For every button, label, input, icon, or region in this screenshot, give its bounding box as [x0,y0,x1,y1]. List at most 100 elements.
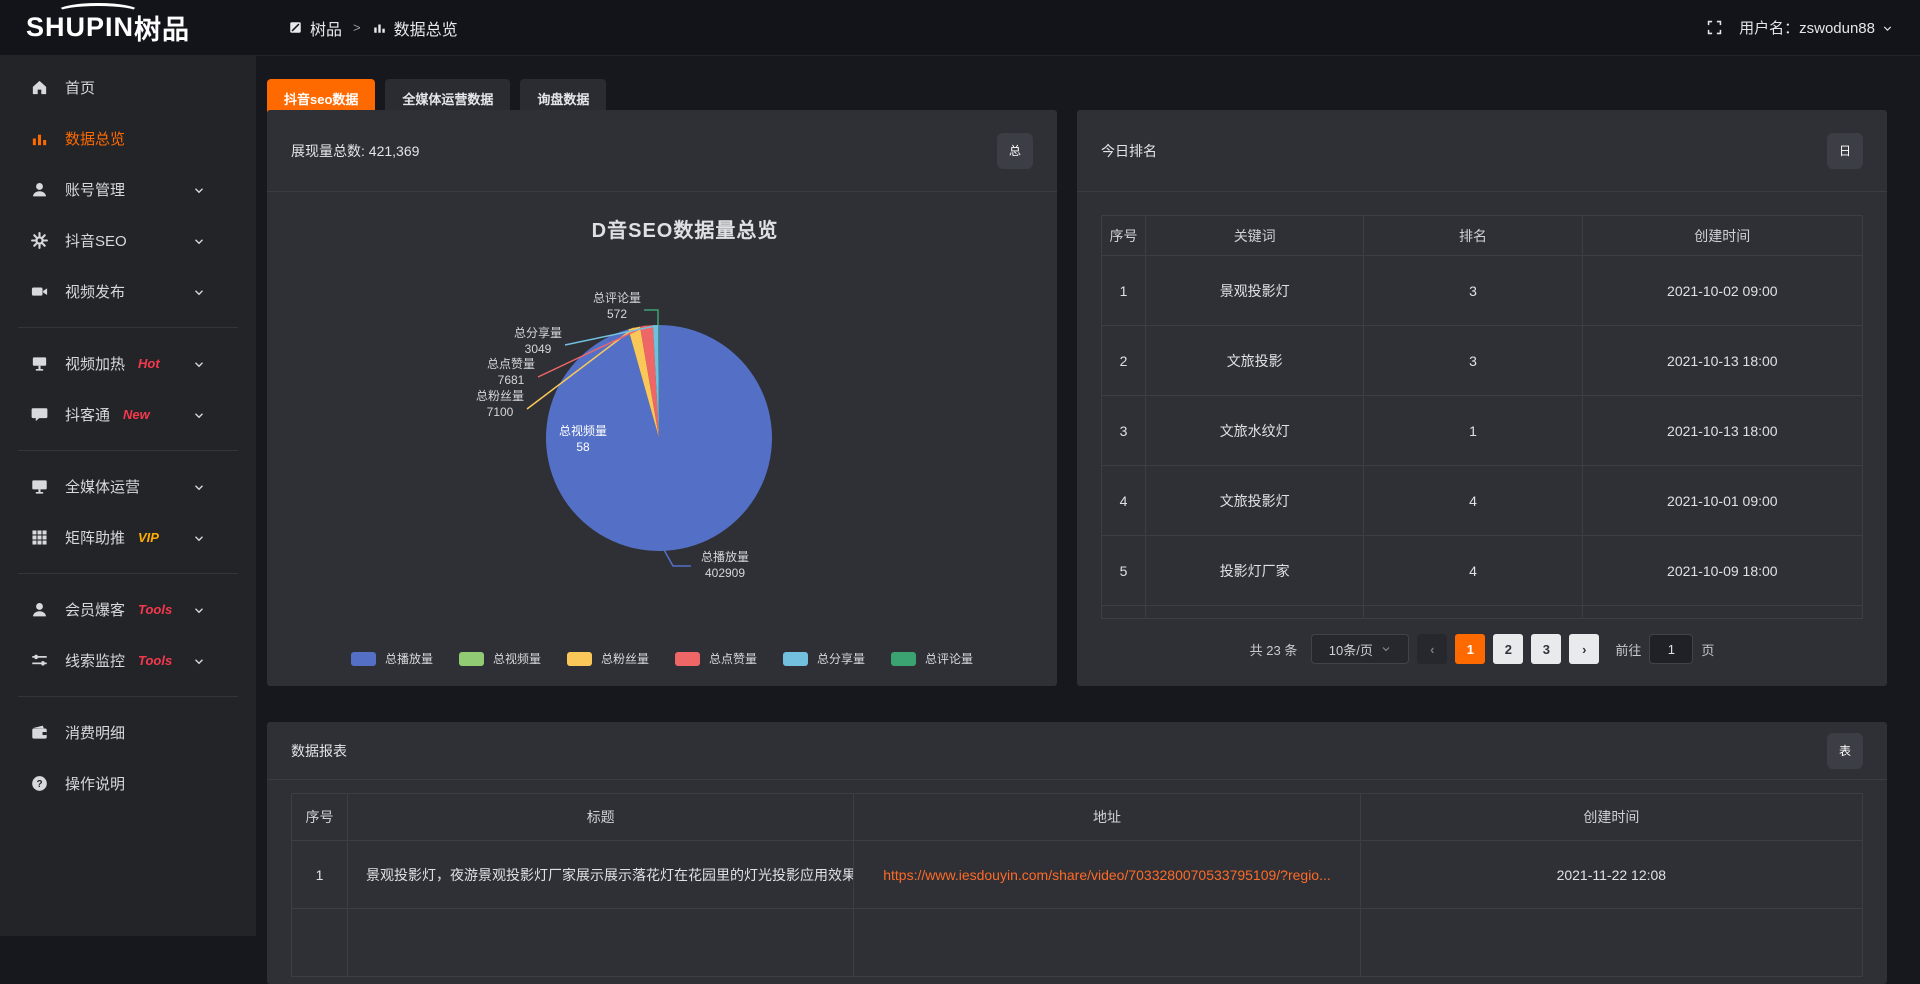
sidebar-badge: Tools [138,602,172,617]
sidebar-item-consume[interactable]: 消费明细 [0,707,256,758]
sidebar-divider [18,696,238,697]
cell-text: 文旅投影 [1227,353,1283,369]
legend-item[interactable]: 总播放量 [351,650,433,667]
sidebar-item-home[interactable]: 首页 [0,62,256,113]
table-cell: 5 [1102,536,1146,606]
sidebar-item-overview[interactable]: 数据总览 [0,113,256,164]
legend-label: 总点赞量 [709,650,757,667]
legend-swatch [675,652,700,666]
rank-panel-header: 今日排名 日 [1077,110,1887,192]
cell-text: 3 [1469,283,1477,299]
pie-chart[interactable] [267,192,1057,685]
legend-item[interactable]: 总视频量 [459,650,541,667]
goto-page-input[interactable]: 1 [1649,634,1693,664]
cell-text: 3 [1469,353,1477,369]
pie-label: 总视频量58 [559,424,607,455]
cell-text: 4 [1469,563,1477,579]
report-table: 序号标题地址创建时间1景观投影灯，夜游景观投影灯厂家展示展示落花灯在花园里的灯光… [291,793,1863,977]
legend-item[interactable]: 总分享量 [783,650,865,667]
wallet-icon [30,723,49,742]
next-page-button[interactable]: › [1569,634,1599,664]
legend-swatch [891,652,916,666]
table-cell: 2021-10-13 18:00 [1582,326,1862,396]
bar-chart-icon [372,20,387,35]
user-menu[interactable]: 用户名：zswodun88 [1739,17,1894,38]
cell-text: 1 [1120,283,1128,299]
sidebar-item-member[interactable]: 会员爆客 Tools [0,584,256,635]
page-size-select[interactable]: 10条/页 [1311,634,1409,664]
chart-panel-header: 展现量总数: 421,369 总 [267,110,1057,192]
pie-label-name: 总分享量 [514,326,562,342]
table-cell: 2 [1102,326,1146,396]
app-logo[interactable]: SHUPIN树品 [0,0,256,56]
pie-label: 总播放量402909 [701,550,749,581]
pie-label: 总评论量572 [593,291,641,322]
sidebar-divider [18,450,238,451]
sidebar-item-heat[interactable]: 视频加热Hot [0,338,256,389]
chevron-down-icon [192,408,206,422]
table-row-partial [292,909,1863,977]
sidebar-item-matrix[interactable]: 矩阵助推VIP [0,512,256,563]
sidebar-badge: Tools [138,653,172,668]
breadcrumb: 树品 > 数据总览 [288,16,458,40]
sidebar-item-label: 视频加热 [65,353,125,374]
table-cell: 文旅水纹灯 [1146,396,1364,466]
table-cell [1102,606,1146,619]
user2-icon [30,600,49,619]
sidebar-item-label: 数据总览 [65,128,125,149]
table-cell: 文旅投影 [1146,326,1364,396]
page-button-3[interactable]: 3 [1531,634,1561,664]
report-link[interactable]: https://www.iesdouyin.com/share/video/70… [883,867,1331,883]
prev-page-button[interactable]: ‹ [1417,634,1447,664]
report-panel-title: 数据报表 [291,741,347,761]
sidebar-item-help[interactable]: ?操作说明 [0,758,256,809]
sidebar-item-label: 抖音SEO [65,230,127,251]
sidebar-item-clue[interactable]: 线索监控Tools [0,635,256,686]
table-view-button[interactable]: 表 [1827,733,1863,769]
breadcrumb-current[interactable]: 数据总览 [372,16,458,40]
username-label: 用户名：zswodun88 [1739,17,1875,38]
chevron-down-icon [192,234,206,248]
legend-label: 总视频量 [493,650,541,667]
sidebar-item-publish[interactable]: 视频发布 [0,266,256,317]
breadcrumb-root-label: 树品 [310,16,342,40]
chevron-down-icon [1881,19,1894,36]
fullscreen-button[interactable] [1706,19,1723,37]
sliders-icon [30,651,49,670]
total-view-button[interactable]: 总 [997,133,1033,169]
daily-view-button[interactable]: 日 [1827,133,1863,169]
pie-label-value: 58 [559,440,607,456]
pie-label-name: 总评论量 [593,291,641,307]
table-row: 1景观投影灯32021-10-02 09:00 [1102,256,1863,326]
pie-label-value: 402909 [701,566,749,582]
sidebar-item-douketong[interactable]: 抖客通New [0,389,256,440]
sidebar-item-account[interactable]: 账号管理 [0,164,256,215]
sidebar-item-label: 矩阵助推 [65,527,125,548]
sidebar-nav: 首页数据总览账号管理抖音SEO视频发布视频加热Hot抖客通New全媒体运营矩阵助… [0,56,256,936]
data-report-panel: 数据报表 表 序号标题地址创建时间1景观投影灯，夜游景观投影灯厂家展示展示落花灯… [267,722,1887,984]
app-root: { "header": { "logo": { "en": "SHUPIN", … [0,0,1920,936]
pie-label-name: 总粉丝量 [476,389,524,405]
legend-item[interactable]: 总粉丝量 [567,650,649,667]
column-header: 序号 [292,794,348,841]
cell-text: 投影灯厂家 [1220,563,1290,579]
chevron-down-icon [192,357,206,371]
cell-text: 2021-11-22 12:08 [1557,867,1667,883]
cell-text: 4 [1120,493,1128,509]
breadcrumb-root[interactable]: 树品 [288,16,342,40]
cell-text: 1 [1469,423,1477,439]
sidebar-divider [18,327,238,328]
sidebar-item-label: 会员爆客 [65,599,125,620]
table-cell: 2021-11-22 12:08 [1360,841,1862,909]
sidebar-item-douyin-seo[interactable]: 抖音SEO [0,215,256,266]
pie-label: 总分享量3049 [514,326,562,357]
cell-text: 2021-10-13 18:00 [1667,423,1778,439]
table-cell: 景观投影灯，夜游景观投影灯厂家展示展示落花灯在花园里的灯光投影应用效果 # [348,841,854,909]
sidebar-item-media[interactable]: 全媒体运营 [0,461,256,512]
cell-text: 2021-10-13 18:00 [1667,353,1778,369]
page-button-2[interactable]: 2 [1493,634,1523,664]
pie-label-name: 总点赞量 [487,357,535,373]
legend-item[interactable]: 总评论量 [891,650,973,667]
page-button-1[interactable]: 1 [1455,634,1485,664]
legend-item[interactable]: 总点赞量 [675,650,757,667]
